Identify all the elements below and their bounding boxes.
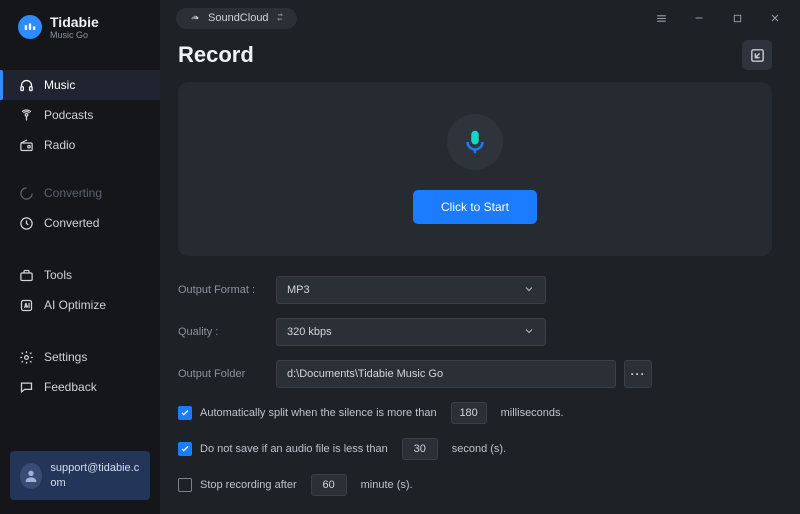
sidebar-item-label: Radio: [44, 138, 75, 152]
output-folder-input[interactable]: d:\Documents\Tidabie Music Go: [276, 360, 616, 388]
sidebar-item-ai-optimize[interactable]: AI Optimize: [0, 290, 160, 320]
ai-icon: [18, 297, 34, 313]
spinner-icon: [18, 185, 34, 201]
gear-icon: [18, 349, 34, 365]
output-format-select[interactable]: MP3: [276, 276, 546, 304]
auto-split-checkbox[interactable]: [178, 406, 192, 420]
brand-sub: Music Go: [50, 30, 99, 40]
sidebar-item-label: Converted: [44, 216, 99, 230]
support-email: support@tidabie.com: [50, 461, 140, 490]
radio-icon: [18, 137, 34, 153]
output-format-label: Output Format :: [178, 284, 276, 296]
app-logo: [18, 15, 42, 39]
open-recordings-button[interactable]: [742, 40, 772, 70]
sidebar-item-label: Feedback: [44, 380, 97, 394]
soundcloud-icon: [188, 12, 202, 25]
stop-after-value[interactable]: 60: [311, 474, 347, 496]
source-pill[interactable]: SoundCloud: [176, 8, 297, 29]
sidebar-item-feedback[interactable]: Feedback: [0, 372, 160, 402]
min-length-post: second (s).: [452, 443, 506, 455]
sidebar-item-podcasts[interactable]: Podcasts: [0, 100, 160, 130]
window-maximize-button[interactable]: [722, 6, 752, 30]
sidebar-item-label: Podcasts: [44, 108, 93, 122]
broadcast-icon: [18, 107, 34, 123]
min-length-checkbox[interactable]: [178, 442, 192, 456]
sidebar-item-label: Settings: [44, 350, 87, 364]
record-panel: Click to Start: [178, 82, 772, 256]
window-close-button[interactable]: [760, 6, 790, 30]
quality-value: 320 kbps: [287, 326, 332, 338]
chat-icon: [18, 379, 34, 395]
quality-select[interactable]: 320 kbps: [276, 318, 546, 346]
output-format-value: MP3: [287, 284, 310, 296]
sidebar-item-label: AI Optimize: [44, 298, 106, 312]
stop-after-post: minute (s).: [361, 479, 413, 491]
titlebar: SoundCloud: [160, 0, 800, 36]
brand: Tidabie Music Go: [0, 0, 160, 48]
auto-split-post: milliseconds.: [501, 407, 564, 419]
sidebar-item-tools[interactable]: Tools: [0, 260, 160, 290]
sidebar-item-converting[interactable]: Converting: [0, 178, 160, 208]
sidebar-item-settings[interactable]: Settings: [0, 342, 160, 372]
chevron-down-icon: [523, 325, 535, 340]
support-card[interactable]: support@tidabie.com: [10, 451, 150, 500]
auto-split-value[interactable]: 180: [451, 402, 487, 424]
sidebar: Tidabie Music Go Music Podcasts Radio Co…: [0, 0, 160, 514]
min-length-pre: Do not save if an audio file is less tha…: [200, 443, 388, 455]
page-title: Record: [178, 42, 254, 68]
stop-after-pre: Stop recording after: [200, 479, 297, 491]
avatar-icon: [20, 463, 42, 489]
min-length-value[interactable]: 30: [402, 438, 438, 460]
sidebar-item-music[interactable]: Music: [0, 70, 160, 100]
brand-name: Tidabie: [50, 14, 99, 30]
window-minimize-button[interactable]: [684, 6, 714, 30]
toolbox-icon: [18, 267, 34, 283]
sidebar-item-radio[interactable]: Radio: [0, 130, 160, 160]
browse-folder-button[interactable]: ···: [624, 360, 652, 388]
clock-icon: [18, 215, 34, 231]
menu-button[interactable]: [646, 6, 676, 30]
sidebar-item-label: Music: [44, 78, 75, 92]
mic-icon: [447, 114, 503, 170]
quality-label: Quality :: [178, 326, 276, 338]
stop-after-checkbox[interactable]: [178, 478, 192, 492]
chevron-down-icon: [523, 283, 535, 298]
sidebar-item-label: Tools: [44, 268, 72, 282]
swap-icon: [275, 12, 285, 25]
sidebar-item-converted[interactable]: Converted: [0, 208, 160, 238]
headphones-icon: [18, 77, 34, 93]
source-label: SoundCloud: [208, 12, 269, 24]
output-folder-value: d:\Documents\Tidabie Music Go: [287, 368, 443, 380]
output-folder-label: Output Folder: [178, 368, 276, 380]
start-record-button[interactable]: Click to Start: [413, 190, 537, 224]
sidebar-item-label: Converting: [44, 186, 102, 200]
auto-split-pre: Automatically split when the silence is …: [200, 407, 437, 419]
main: SoundCloud Record Click to Start: [160, 0, 800, 514]
settings-form: Output Format : MP3 Quality : 320 kbps O…: [178, 276, 772, 496]
main-nav: Music Podcasts Radio Converting Converte…: [0, 70, 160, 402]
